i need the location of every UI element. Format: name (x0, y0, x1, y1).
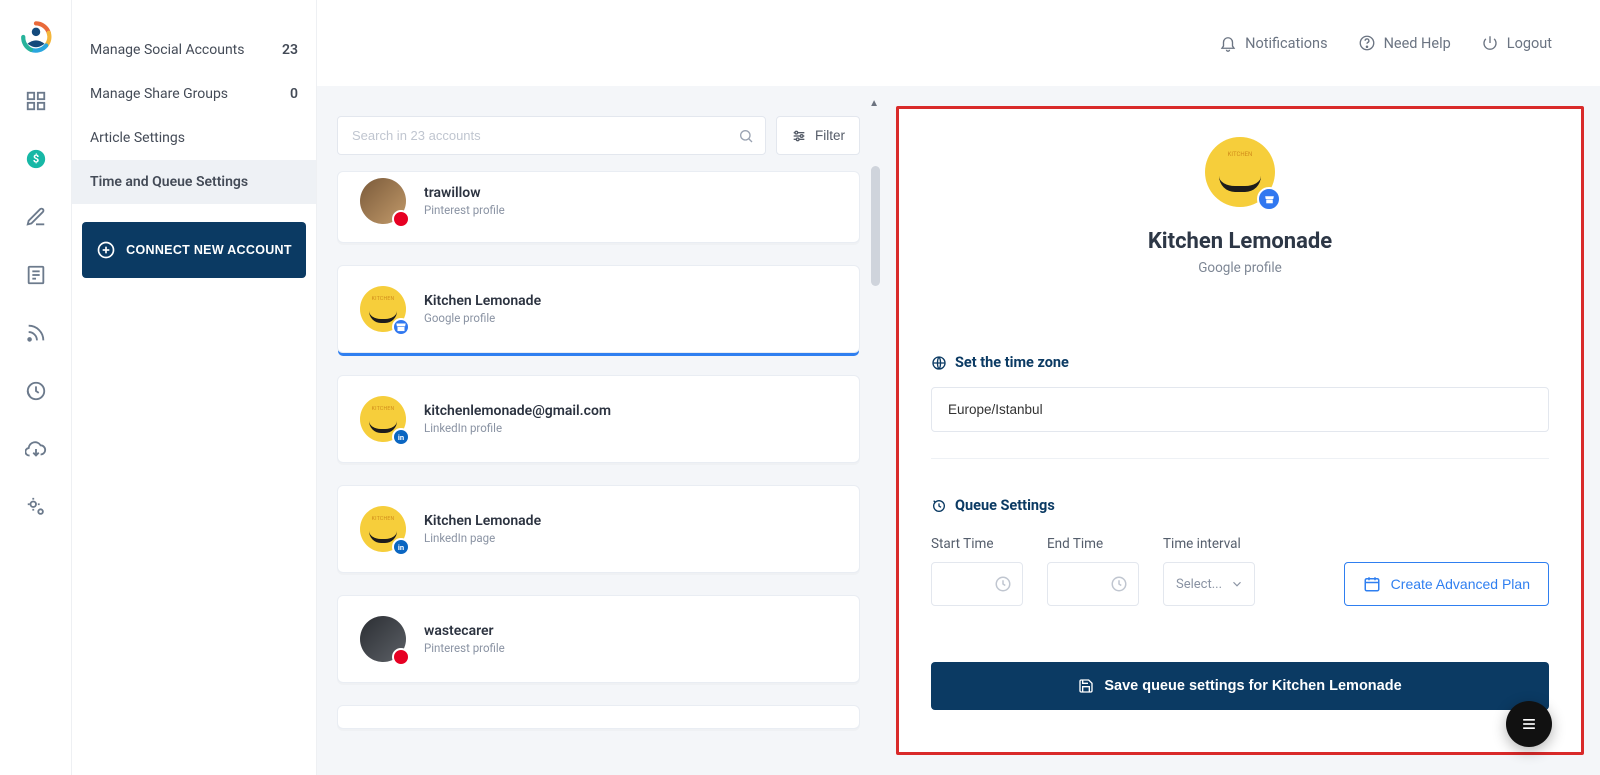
account-card[interactable]: KITCHEN in kitchenlemonade@gmail.com Lin… (337, 375, 860, 463)
help-link[interactable]: Need Help (1358, 34, 1451, 52)
settings-sidebar: Manage Social Accounts 23 Manage Share G… (72, 0, 317, 775)
sidebar-item-label: Article Settings (90, 130, 185, 146)
avatar: KITCHEN (360, 286, 406, 332)
account-name: kitchenlemonade@gmail.com (424, 403, 611, 419)
google-badge-icon (392, 318, 410, 336)
profile-name: Kitchen Lemonade (931, 229, 1549, 254)
calendar-icon (1363, 575, 1381, 593)
scrollbar-thumb[interactable] (871, 166, 880, 286)
bell-icon (1219, 34, 1237, 52)
sidebar-item-article-settings[interactable]: Article Settings (72, 116, 316, 160)
save-queue-settings-button[interactable]: Save queue settings for Kitchen Lemonade (931, 662, 1549, 710)
dashboard-icon[interactable] (25, 90, 47, 112)
end-time-label: End Time (1047, 536, 1139, 552)
globe-icon (931, 355, 947, 371)
account-card[interactable]: KITCHEN in Kitchen Lemonade LinkedIn pag… (337, 485, 860, 573)
pinterest-badge-icon (392, 648, 410, 666)
account-name: Kitchen Lemonade (424, 513, 541, 529)
accounts-column: ▲ Filter trawillow P (317, 86, 880, 775)
linkedin-badge-icon: in (392, 538, 410, 556)
import-icon[interactable] (25, 438, 47, 460)
notifications-link[interactable]: Notifications (1219, 34, 1327, 52)
svg-text:in: in (398, 433, 404, 442)
account-card[interactable] (337, 705, 860, 729)
sidebar-item-label: Time and Queue Settings (90, 174, 248, 190)
sliders-icon (791, 128, 807, 144)
queue-heading: Queue Settings (931, 497, 1549, 514)
logout-link[interactable]: Logout (1481, 34, 1552, 52)
rss-icon[interactable] (25, 322, 47, 344)
search-wrapper (337, 116, 766, 155)
account-subtitle: Pinterest profile (424, 203, 505, 217)
clock-icon (994, 575, 1012, 593)
articles-icon[interactable] (25, 264, 47, 286)
settings-icon[interactable] (25, 496, 47, 518)
app-logo (19, 20, 53, 54)
save-icon (1078, 678, 1094, 694)
filter-button[interactable]: Filter (776, 116, 860, 155)
timezone-input[interactable] (931, 387, 1549, 432)
profile-avatar: KITCHEN (1205, 137, 1275, 207)
account-name: trawillow (424, 185, 505, 201)
avatar: KITCHEN in (360, 396, 406, 442)
top-bar: Notifications Need Help Logout (1219, 0, 1600, 86)
interval-select[interactable]: Select... (1163, 562, 1255, 606)
account-card[interactable]: KITCHEN Kitchen Lemonade Google profile (337, 265, 860, 353)
help-fab-button[interactable] (1506, 701, 1552, 747)
avatar (360, 616, 406, 662)
details-column: KITCHEN Kitchen Lemonade Google profile … (880, 86, 1600, 775)
chevron-down-icon (1230, 577, 1244, 591)
google-badge-icon (1257, 187, 1281, 211)
account-subtitle: Pinterest profile (424, 641, 505, 655)
schedule-icon[interactable] (25, 380, 47, 402)
connect-button-label: CONNECT NEW ACCOUNT (126, 243, 292, 257)
linkedin-badge-icon: in (392, 428, 410, 446)
pricing-icon[interactable]: $ (25, 148, 47, 170)
refresh-clock-icon (931, 498, 947, 514)
svg-text:$: $ (32, 153, 38, 166)
search-icon (738, 128, 754, 144)
account-card[interactable]: wastecarer Pinterest profile (337, 595, 860, 683)
end-time-input[interactable] (1047, 562, 1139, 606)
connect-account-button[interactable]: CONNECT NEW ACCOUNT (82, 222, 306, 278)
scroll-up-arrow[interactable]: ▲ (869, 98, 879, 109)
account-subtitle: LinkedIn page (424, 531, 541, 545)
sidebar-item-label: Manage Social Accounts (90, 42, 245, 58)
account-name: Kitchen Lemonade (424, 293, 541, 309)
interval-label: Time interval (1163, 536, 1255, 552)
profile-subtitle: Google profile (931, 260, 1549, 276)
clock-icon (1110, 575, 1128, 593)
timezone-heading: Set the time zone (931, 354, 1549, 371)
account-subtitle: LinkedIn profile (424, 421, 611, 435)
sidebar-item-share-groups[interactable]: Manage Share Groups 0 (72, 72, 316, 116)
plus-circle-icon (96, 240, 116, 260)
account-subtitle: Google profile (424, 311, 541, 325)
pinterest-badge-icon (392, 210, 410, 228)
details-card: KITCHEN Kitchen Lemonade Google profile … (896, 106, 1584, 755)
sidebar-item-label: Manage Share Groups (90, 86, 228, 102)
create-advanced-plan-button[interactable]: Create Advanced Plan (1344, 562, 1549, 606)
avatar: KITCHEN in (360, 506, 406, 552)
divider (931, 458, 1549, 459)
avatar (360, 178, 406, 224)
sidebar-item-manage-accounts[interactable]: Manage Social Accounts 23 (72, 28, 316, 72)
sidebar-item-count: 23 (282, 42, 298, 58)
sidebar-item-time-queue[interactable]: Time and Queue Settings (72, 160, 316, 204)
account-card[interactable]: trawillow Pinterest profile (337, 171, 860, 243)
compose-icon[interactable] (25, 206, 47, 228)
account-name: wastecarer (424, 623, 505, 639)
svg-text:in: in (398, 543, 404, 552)
icon-sidebar: $ (0, 0, 72, 775)
help-icon (1358, 34, 1376, 52)
menu-icon (1519, 714, 1539, 734)
power-icon (1481, 34, 1499, 52)
start-time-label: Start Time (931, 536, 1023, 552)
start-time-input[interactable] (931, 562, 1023, 606)
sidebar-item-count: 0 (290, 86, 298, 102)
search-input[interactable] (337, 116, 766, 155)
